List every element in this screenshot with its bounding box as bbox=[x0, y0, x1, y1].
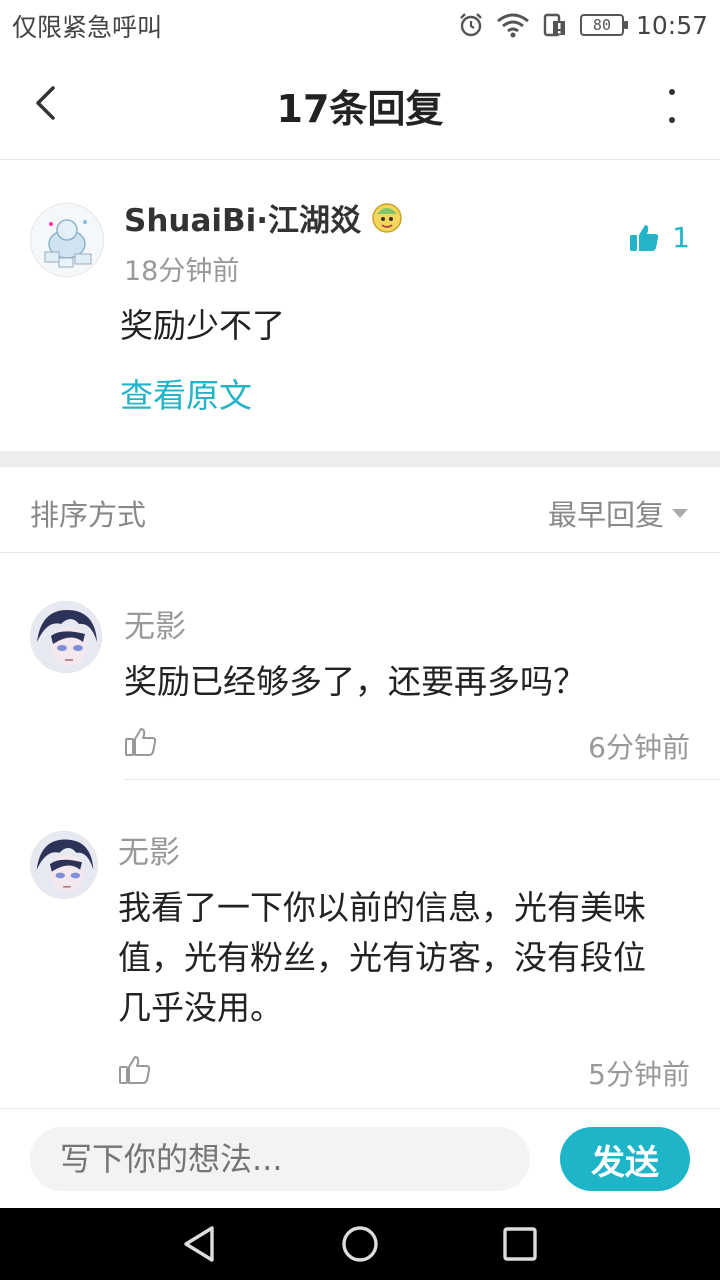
avatar[interactable] bbox=[30, 203, 104, 277]
sort-bar: 排序方式 最早回复 bbox=[0, 467, 720, 553]
more-dot-icon bbox=[669, 117, 675, 123]
avatar-image bbox=[31, 832, 97, 898]
username-row: ShuaiBi·江湖㸚 bbox=[124, 195, 405, 240]
comment-body: 奖励少不了 bbox=[120, 306, 285, 345]
composer-bar: 发送 bbox=[0, 1108, 720, 1208]
alarm-icon bbox=[460, 13, 482, 37]
send-button[interactable]: 发送 bbox=[560, 1127, 690, 1191]
more-options-button[interactable] bbox=[660, 86, 684, 126]
triangle-back-icon bbox=[184, 1226, 214, 1262]
original-comment: ShuaiBi·江湖㸚 18分钟前 1 奖励少不了 查看原文 bbox=[0, 161, 720, 451]
reply-time: 6分钟前 bbox=[588, 731, 690, 764]
thumbs-up-icon[interactable] bbox=[124, 725, 158, 759]
thumbs-up-icon bbox=[630, 224, 659, 251]
avatar[interactable] bbox=[30, 831, 98, 899]
square-recents-icon bbox=[503, 1227, 537, 1261]
page-title: 17条回复 bbox=[276, 87, 444, 131]
thumbs-up-icon[interactable] bbox=[118, 1053, 152, 1087]
view-original-link[interactable]: 查看原文 bbox=[120, 369, 252, 417]
level-badge-icon bbox=[372, 202, 402, 233]
avatar[interactable] bbox=[30, 601, 102, 673]
like-button[interactable]: 1 bbox=[628, 221, 690, 254]
sort-selected: 最早回复 bbox=[547, 498, 664, 532]
sort-label: 排序方式 bbox=[30, 498, 147, 532]
more-dot-icon bbox=[669, 89, 675, 95]
avatar-image bbox=[31, 204, 103, 276]
reply-text: 奖励已经够多了，还要再多吗？ bbox=[124, 662, 586, 701]
status-icons: 80 10:57 bbox=[458, 8, 708, 42]
nav-recents-button[interactable] bbox=[498, 1222, 542, 1266]
reply-time: 5分钟前 bbox=[588, 1058, 690, 1091]
sort-dropdown[interactable]: 最早回复 bbox=[548, 492, 688, 534]
title-bar: 17条回复 bbox=[0, 50, 720, 160]
comment-input[interactable] bbox=[30, 1127, 530, 1191]
list-item: 无影 奖励已经够多了，还要再多吗？ 6分钟前 bbox=[0, 554, 720, 780]
circle-home-icon bbox=[342, 1226, 378, 1262]
comment-time: 18分钟前 bbox=[124, 256, 240, 287]
clock: 10:57 bbox=[635, 10, 708, 40]
wifi-icon bbox=[497, 13, 529, 38]
status-bar: 仅限紧急呼叫 80 10:57 bbox=[0, 0, 720, 50]
nav-home-button[interactable] bbox=[338, 1222, 382, 1266]
caret-down-icon bbox=[672, 508, 688, 518]
battery-icon: 80 bbox=[579, 14, 628, 36]
system-nav-bar bbox=[0, 1208, 720, 1280]
like-count: 1 bbox=[672, 221, 690, 254]
avatar-image bbox=[31, 602, 101, 672]
carrier-text: 仅限紧急呼叫 bbox=[12, 13, 163, 42]
section-divider bbox=[0, 451, 720, 467]
divider bbox=[124, 779, 720, 780]
list-item: 无影 我看了一下你以前的信息，光有美味值，光有粉丝，光有访客，没有段位几乎没用。… bbox=[0, 781, 720, 1108]
reply-author[interactable]: 无影 bbox=[118, 827, 180, 872]
nav-back-button[interactable] bbox=[178, 1222, 222, 1266]
reply-text: 我看了一下你以前的信息，光有美味值，光有粉丝，光有访客，没有段位几乎没用。 bbox=[118, 888, 646, 1027]
username[interactable]: ShuaiBi·江湖㸚 bbox=[124, 195, 361, 240]
reply-author[interactable]: 无影 bbox=[124, 601, 186, 646]
sim-alert-icon bbox=[543, 13, 565, 37]
